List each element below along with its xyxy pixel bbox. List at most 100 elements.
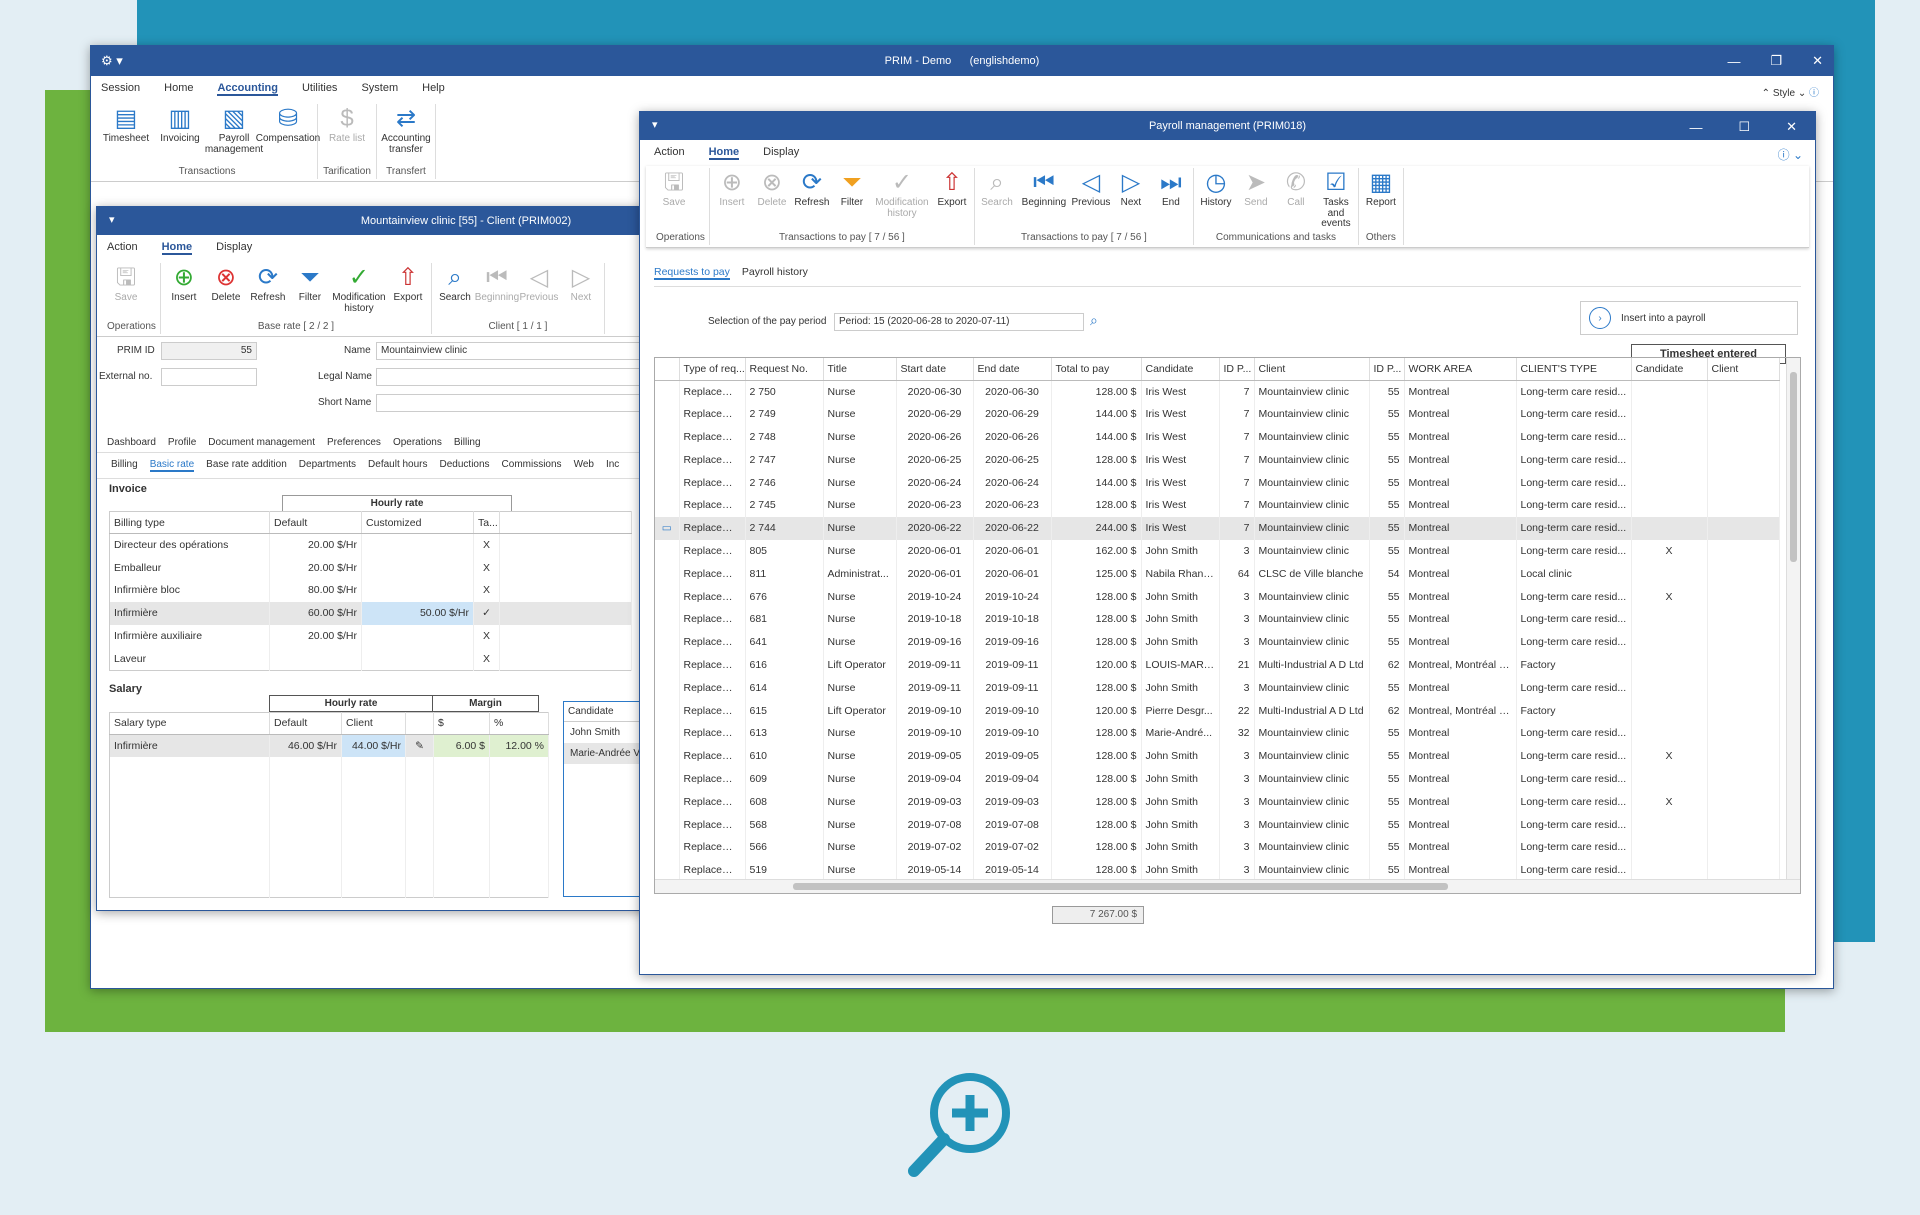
rate-list-button[interactable]: $ Rate list bbox=[322, 104, 372, 166]
tab-payroll-history[interactable]: Payroll history bbox=[742, 266, 808, 280]
row-selector[interactable] bbox=[655, 767, 680, 791]
tab-default-hours[interactable]: Default hours bbox=[368, 459, 427, 472]
export-button[interactable]: ⇧ Export bbox=[389, 263, 427, 321]
column-header[interactable]: Billing type bbox=[109, 511, 270, 534]
close-icon[interactable]: ✕ bbox=[1786, 119, 1797, 135]
table-row[interactable]: ▭ Replacement 2 744 Nurse 2020-06-22 2020-06-… bbox=[655, 516, 1780, 540]
legal-name-field[interactable] bbox=[376, 368, 655, 386]
menu-home[interactable]: Home bbox=[161, 241, 193, 255]
nav-billing[interactable]: Billing bbox=[454, 437, 481, 448]
send-button[interactable]: ➤ Send bbox=[1238, 168, 1274, 232]
table-row[interactable]: Replacement 2 750 Nurse 2020-06-30 2020-06-3… bbox=[655, 380, 1780, 403]
menu-action[interactable]: Action bbox=[107, 241, 138, 255]
column-header[interactable]: ID P... bbox=[1369, 358, 1405, 381]
nav-dashboard[interactable]: Dashboard bbox=[107, 437, 156, 448]
column-header[interactable]: Total to pay bbox=[1051, 358, 1142, 381]
row-selector[interactable] bbox=[655, 835, 680, 859]
search-button[interactable]: ⌕ Search bbox=[436, 263, 474, 321]
beginning-button[interactable]: ⏮ Beginning bbox=[1019, 168, 1069, 232]
column-header[interactable]: Request No. bbox=[745, 358, 824, 381]
table-row[interactable]: Infirmière auxiliaire 20.00 $/Hr X bbox=[109, 624, 632, 648]
table-row[interactable]: Replacement 811 Administrat... 2020-06-01 20… bbox=[655, 562, 1780, 586]
nav-operations[interactable]: Operations bbox=[393, 437, 442, 448]
menu-accounting[interactable]: Accounting bbox=[217, 82, 278, 96]
column-header[interactable]: CLIENT'S TYPE bbox=[1516, 358, 1632, 381]
table-row[interactable]: Replacement 616 Lift Operator 2019-09-11 201… bbox=[655, 653, 1780, 677]
column-header[interactable]: WORK AREA bbox=[1404, 358, 1517, 381]
table-row[interactable]: Infirmière 60.00 $/Hr 50.00 $/Hr ✓ bbox=[109, 601, 632, 625]
menu-display[interactable]: Display bbox=[763, 146, 799, 160]
insert-button[interactable]: ⊕ Insert bbox=[165, 263, 203, 321]
menu-display[interactable]: Display bbox=[216, 241, 252, 255]
table-row[interactable]: Replacement 2 747 Nurse 2020-06-25 2020-06-2… bbox=[655, 448, 1780, 472]
nav-preferences[interactable]: Preferences bbox=[327, 437, 381, 448]
table-row[interactable]: Replacement 614 Nurse 2019-09-11 2019-09-11 1… bbox=[655, 676, 1780, 700]
table-row[interactable]: Replacement 2 748 Nurse 2020-06-26 2020-06-2… bbox=[655, 425, 1780, 449]
column-header[interactable]: Type of req... bbox=[679, 358, 746, 381]
table-row[interactable]: Infirmière 46.00 $/Hr 44.00 $/Hr ✎ 6.00 $12.… bbox=[109, 734, 549, 758]
filter-button[interactable]: ⏷ Filter bbox=[291, 263, 329, 321]
maximize-icon[interactable]: ☐ bbox=[1738, 119, 1750, 135]
menu-home[interactable]: Home bbox=[164, 82, 193, 96]
column-header[interactable]: Salary type bbox=[109, 712, 270, 735]
table-row[interactable]: Emballeur 20.00 $/Hr X bbox=[109, 556, 632, 580]
row-selector[interactable] bbox=[655, 380, 680, 403]
table-row[interactable]: Replacement 566 Nurse 2019-07-02 2019-07-02 1… bbox=[655, 835, 1780, 859]
tab-commissions[interactable]: Commissions bbox=[502, 459, 562, 472]
table-row[interactable]: Replacement 615 Lift Operator 2019-09-10 201… bbox=[655, 699, 1780, 722]
table-row[interactable]: Replacement 609 Nurse 2019-09-04 2019-09-04 1… bbox=[655, 767, 1780, 791]
search-button[interactable]: ⌕ Search bbox=[979, 168, 1015, 232]
table-row[interactable]: Replacement 2 745 Nurse 2020-06-23 2020-06-2… bbox=[655, 493, 1780, 517]
row-selector[interactable] bbox=[655, 676, 680, 700]
horizontal-scrollbar[interactable] bbox=[655, 879, 1800, 893]
nav-document-management[interactable]: Document management bbox=[208, 437, 315, 448]
column-header[interactable]: Client bbox=[341, 712, 406, 735]
row-selector[interactable] bbox=[655, 539, 680, 563]
tab-web[interactable]: Web bbox=[574, 459, 594, 472]
short-name-field[interactable] bbox=[376, 394, 655, 412]
name-field[interactable]: Mountainview clinic bbox=[376, 342, 655, 360]
edit-icon[interactable]: ✎ bbox=[405, 734, 434, 758]
zoom-in-icon[interactable] bbox=[900, 1065, 1020, 1185]
period-field[interactable]: Period: 15 (2020-06-28 to 2020-07-11) bbox=[834, 313, 1084, 331]
nav-profile[interactable]: Profile bbox=[168, 437, 196, 448]
table-cell[interactable] bbox=[361, 533, 474, 557]
table-row[interactable]: Replacement 641 Nurse 2019-09-16 2019-09-16 1… bbox=[655, 630, 1780, 654]
modification-history-button[interactable]: ✓ Modification history bbox=[332, 263, 385, 321]
end-button[interactable]: ⏭ End bbox=[1153, 168, 1189, 232]
row-selector[interactable] bbox=[655, 790, 680, 814]
minimize-icon[interactable]: — bbox=[1689, 120, 1702, 135]
table-cell[interactable]: 44.00 $/Hr bbox=[341, 734, 406, 758]
column-header[interactable]: Default bbox=[269, 511, 362, 534]
filter-button[interactable]: ⏷ Filter bbox=[834, 168, 870, 232]
tab-departments[interactable]: Departments bbox=[299, 459, 356, 472]
tab-requests-to-pay[interactable]: Requests to pay bbox=[654, 266, 730, 280]
invoicing-button[interactable]: ▥ Invoicing bbox=[155, 104, 205, 166]
beginning-button[interactable]: ⏮ Beginning bbox=[475, 263, 519, 321]
row-selector[interactable] bbox=[655, 585, 680, 608]
save-button[interactable]: 🖫 Save bbox=[656, 168, 692, 232]
previous-button[interactable]: ◁ Previous bbox=[1071, 168, 1110, 232]
column-header[interactable]: Start date bbox=[896, 358, 974, 381]
tab-inc[interactable]: Inc bbox=[606, 459, 619, 472]
table-row[interactable]: Replacement 681 Nurse 2019-10-18 2019-10-18 1… bbox=[655, 607, 1780, 631]
insert-into-payroll-button[interactable]: › Insert into a payroll bbox=[1580, 301, 1798, 335]
row-selector[interactable] bbox=[655, 471, 680, 494]
next-button[interactable]: ▷ Next bbox=[562, 263, 600, 321]
window-menu-icon[interactable]: ▾ bbox=[652, 118, 658, 131]
table-cell[interactable] bbox=[361, 647, 474, 671]
table-row[interactable]: Replacement 608 Nurse 2019-09-03 2019-09-03 1… bbox=[655, 790, 1780, 814]
report-button[interactable]: ▦ Report bbox=[1363, 168, 1399, 232]
row-selector[interactable] bbox=[655, 425, 680, 449]
column-header[interactable]: Title bbox=[823, 358, 897, 381]
refresh-button[interactable]: ⟳ Refresh bbox=[794, 168, 830, 232]
menu-utilities[interactable]: Utilities bbox=[302, 82, 337, 96]
row-selector[interactable] bbox=[655, 721, 680, 745]
call-button[interactable]: ✆ Call bbox=[1278, 168, 1314, 232]
row-selector[interactable] bbox=[655, 448, 680, 472]
table-row[interactable]: Replacement 805 Nurse 2020-06-01 2020-06-01 1… bbox=[655, 539, 1780, 563]
row-selector[interactable] bbox=[655, 744, 680, 768]
column-header[interactable]: End date bbox=[973, 358, 1052, 381]
payroll-management-button[interactable]: ▧ Payroll management bbox=[205, 104, 263, 166]
row-selector[interactable] bbox=[655, 699, 680, 722]
